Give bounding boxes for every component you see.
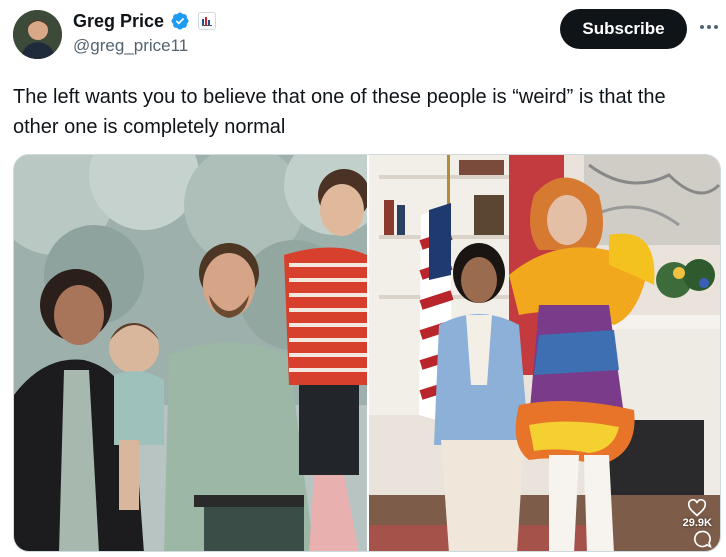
author-display-name[interactable]: Greg Price (73, 10, 164, 32)
kamala-with-drag-performer-photo[interactable]: 29.9K (369, 155, 720, 551)
author-handle[interactable]: @greg_price11 (73, 36, 188, 56)
more-dots-icon[interactable] (697, 15, 721, 39)
author-name-row: Greg Price (73, 10, 217, 32)
family-photo[interactable] (14, 155, 367, 551)
subscribe-button[interactable]: Subscribe (560, 9, 687, 49)
tweet-post: Greg Price @greg_price11 Subscribe The l (0, 0, 726, 557)
verified-badge-icon (170, 11, 190, 31)
affiliation-badge-icon[interactable] (198, 12, 217, 30)
like-overlay[interactable]: 29.9K (683, 499, 712, 529)
like-count: 29.9K (682, 517, 712, 529)
avatar[interactable] (13, 10, 62, 59)
comment-overlay[interactable] (692, 529, 712, 549)
tweet-text: The left wants you to believe that one o… (13, 86, 666, 138)
media-grid: 29.9K (13, 154, 721, 552)
heart-icon[interactable] (687, 499, 707, 517)
comment-icon[interactable] (692, 529, 712, 549)
